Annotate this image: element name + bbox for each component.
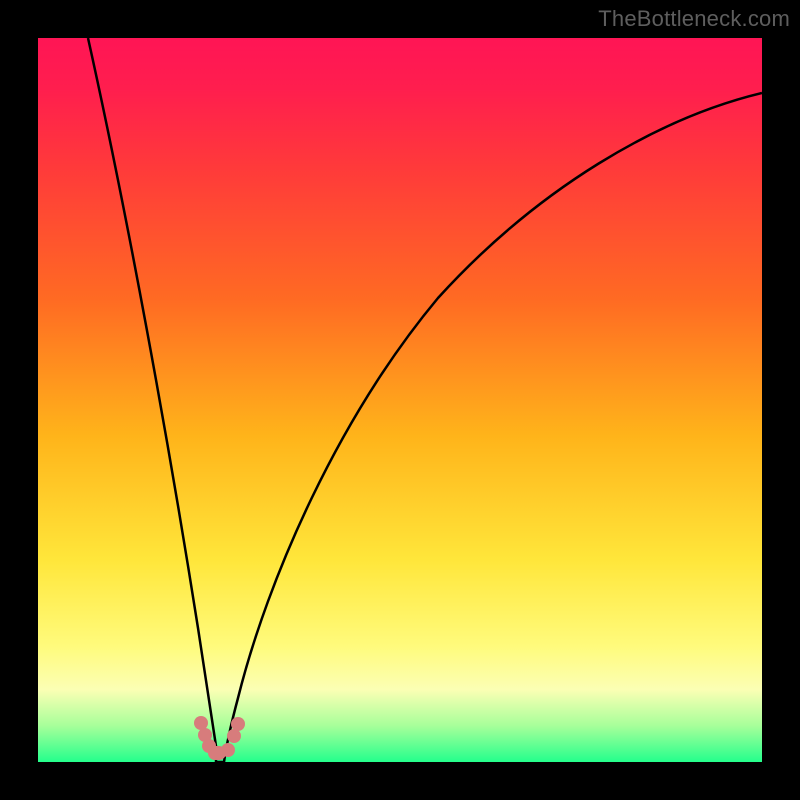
- plot-area: [38, 38, 762, 762]
- highlight-points: [194, 716, 245, 760]
- watermark-text: TheBottleneck.com: [598, 6, 790, 32]
- bottleneck-curve: [88, 38, 762, 762]
- chart-frame: TheBottleneck.com: [0, 0, 800, 800]
- curve-layer: [38, 38, 762, 762]
